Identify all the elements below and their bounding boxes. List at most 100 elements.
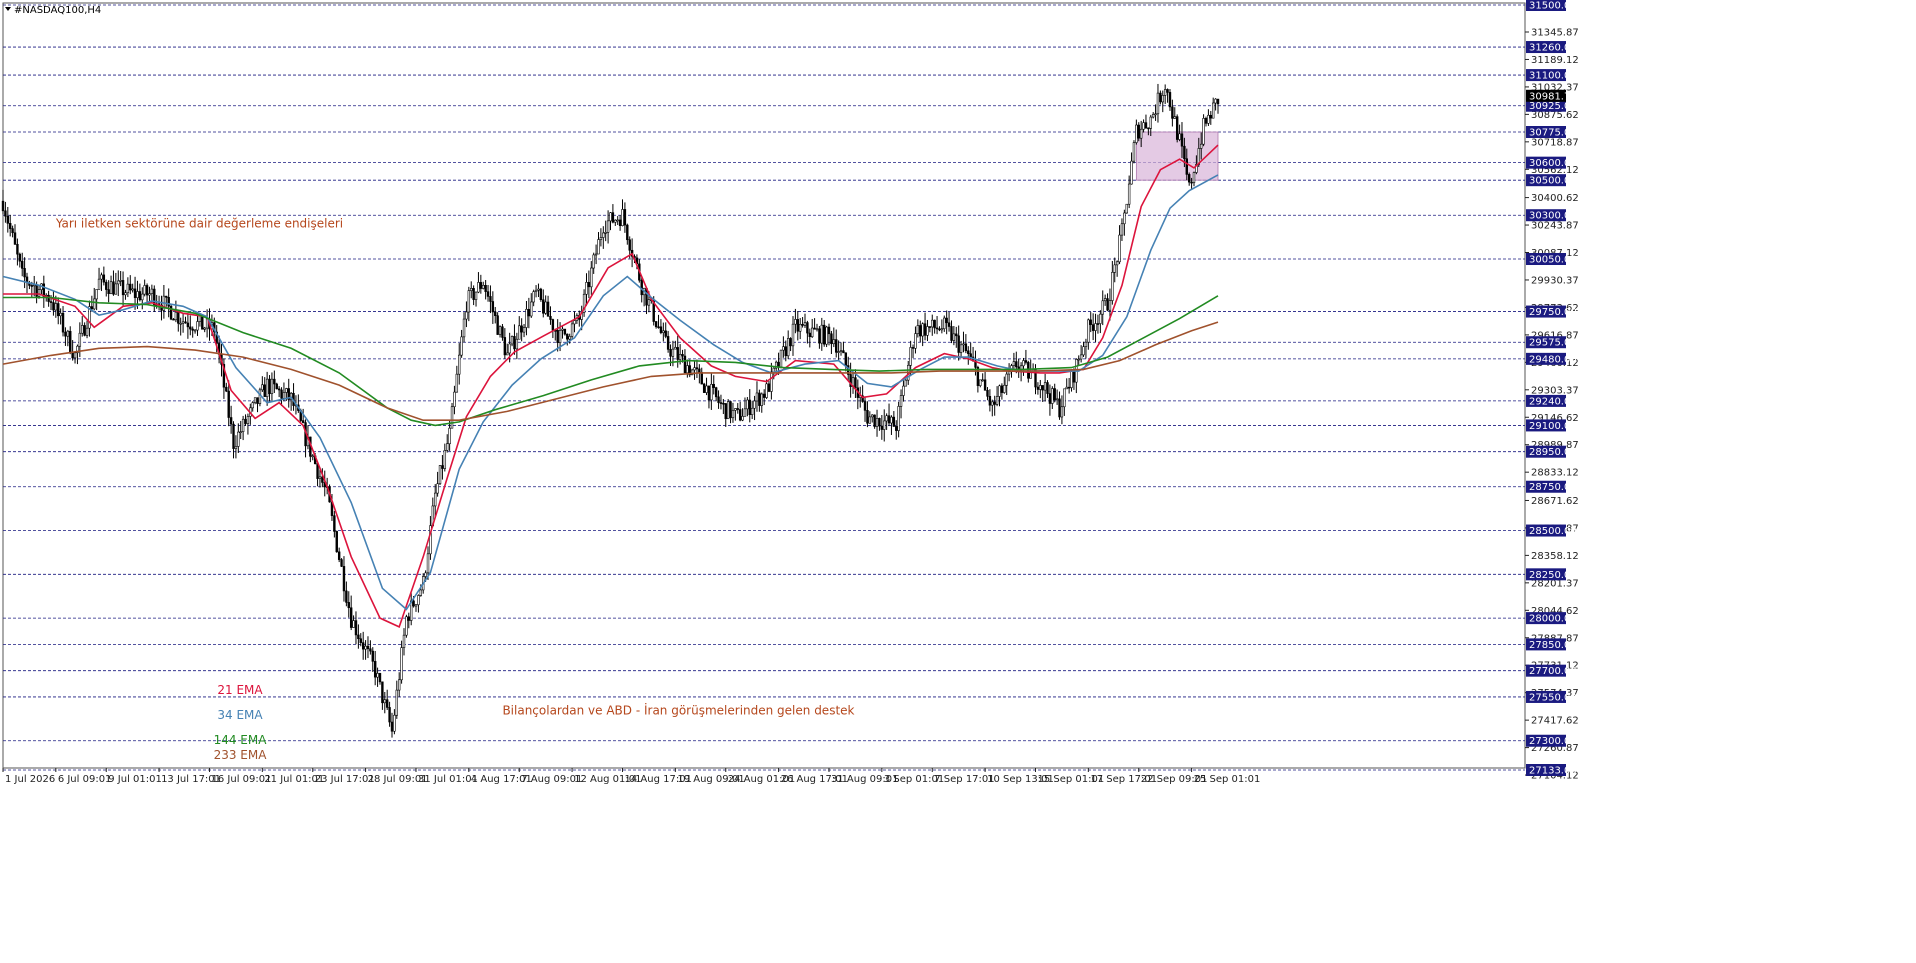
candle-body	[136, 291, 139, 298]
candle-body	[172, 318, 175, 321]
candle-body	[943, 317, 946, 330]
candle-body	[803, 322, 807, 326]
candle-body	[686, 365, 689, 374]
candle-body	[117, 280, 120, 285]
candle-body	[405, 616, 408, 636]
candle-body	[253, 397, 257, 403]
price-chart[interactable]: 31345.8731189.1231032.3730875.6230718.87…	[0, 0, 1916, 963]
candle-body	[333, 515, 336, 532]
candle-body	[318, 476, 322, 479]
candle-body	[448, 427, 451, 445]
candle-body	[1082, 346, 1085, 356]
candle-body	[522, 327, 526, 333]
candle-body	[1039, 385, 1042, 390]
candle-body	[746, 399, 749, 410]
legend-item: 21 EMA	[217, 683, 263, 697]
candle-body	[1051, 388, 1054, 404]
candle-body	[349, 607, 353, 628]
candle-body	[277, 388, 281, 391]
y-tick-label: 28671.62	[1531, 496, 1579, 507]
candle-body	[928, 326, 932, 328]
candle-body	[587, 281, 591, 288]
candle-body	[474, 291, 478, 300]
candle-body	[890, 416, 893, 424]
candle-body	[1204, 118, 1208, 124]
candle-body	[1173, 116, 1176, 119]
candle-body	[863, 401, 867, 411]
candle-body	[395, 689, 398, 716]
chart-title-group: #NASDAQ100,H4	[5, 5, 101, 16]
candle-body	[810, 327, 814, 338]
candle-body	[345, 590, 348, 603]
candle-body	[904, 379, 908, 387]
candle-body	[1159, 92, 1162, 103]
candle-body	[647, 299, 651, 306]
candle-body	[54, 303, 58, 311]
level-label: 29480.00	[1526, 352, 1577, 365]
candle-body	[21, 260, 24, 269]
candle-body	[342, 566, 346, 592]
candle-body	[762, 393, 766, 398]
candle-body	[376, 673, 379, 678]
candle-body	[551, 319, 555, 331]
candle-body	[537, 288, 540, 291]
candle-body	[515, 338, 519, 350]
candle-body	[993, 401, 996, 405]
candle-body	[273, 378, 276, 385]
candle-body	[659, 326, 663, 333]
candle-body	[998, 385, 1001, 397]
candle-body	[1007, 371, 1011, 375]
candle-body	[61, 312, 65, 333]
level-label: 30500.00	[1526, 174, 1577, 187]
candle-body	[49, 301, 53, 303]
candle-body	[489, 296, 492, 302]
candle-body	[1077, 358, 1080, 361]
level-label-text: 31500.00	[1529, 1, 1577, 12]
candle-body	[225, 386, 228, 392]
level-label: 31100.00	[1526, 69, 1577, 82]
candle-body	[988, 395, 992, 406]
candle-body	[1046, 382, 1049, 394]
x-tick-label: 9 Jul 01:01	[108, 774, 162, 785]
candle-body	[506, 352, 509, 356]
candle-body	[23, 268, 26, 278]
candle-body	[467, 290, 471, 313]
candle-body	[1209, 114, 1212, 119]
candle-body	[1156, 92, 1160, 115]
candle-body	[131, 288, 134, 291]
candle-body	[426, 553, 430, 574]
candle-body	[916, 325, 920, 334]
candle-body	[962, 343, 965, 346]
candle-body	[1101, 300, 1104, 315]
annotation-text: Yarı iletken sektörüne dair değerleme en…	[55, 216, 343, 230]
candle-body	[52, 302, 55, 311]
candle-body	[133, 288, 137, 298]
candle-body	[666, 336, 670, 350]
candle-body	[383, 699, 386, 704]
candle-body	[628, 239, 631, 251]
level-label: 30300.00	[1526, 209, 1577, 222]
candle-body	[520, 325, 523, 333]
candle-body	[18, 253, 22, 262]
candle-body	[71, 351, 74, 359]
candle-body	[66, 330, 70, 337]
candle-body	[458, 354, 461, 375]
candle-body	[201, 315, 204, 330]
candle-body	[93, 298, 96, 310]
candle-body	[258, 389, 262, 404]
candle-body	[1091, 324, 1095, 331]
candle-body	[366, 645, 370, 650]
candle-body	[390, 721, 394, 732]
candle-body	[234, 446, 238, 449]
candle-body	[1190, 181, 1193, 184]
candle-body	[364, 645, 367, 650]
candle-body	[141, 293, 144, 301]
candle-body	[707, 385, 711, 401]
candle-body	[599, 237, 603, 240]
y-tick-label: 31189.12	[1531, 55, 1579, 66]
candle-body	[1125, 203, 1128, 214]
candle-body	[534, 289, 538, 292]
candle-body	[558, 330, 562, 343]
candle-body	[611, 212, 615, 223]
candle-body	[570, 323, 574, 337]
